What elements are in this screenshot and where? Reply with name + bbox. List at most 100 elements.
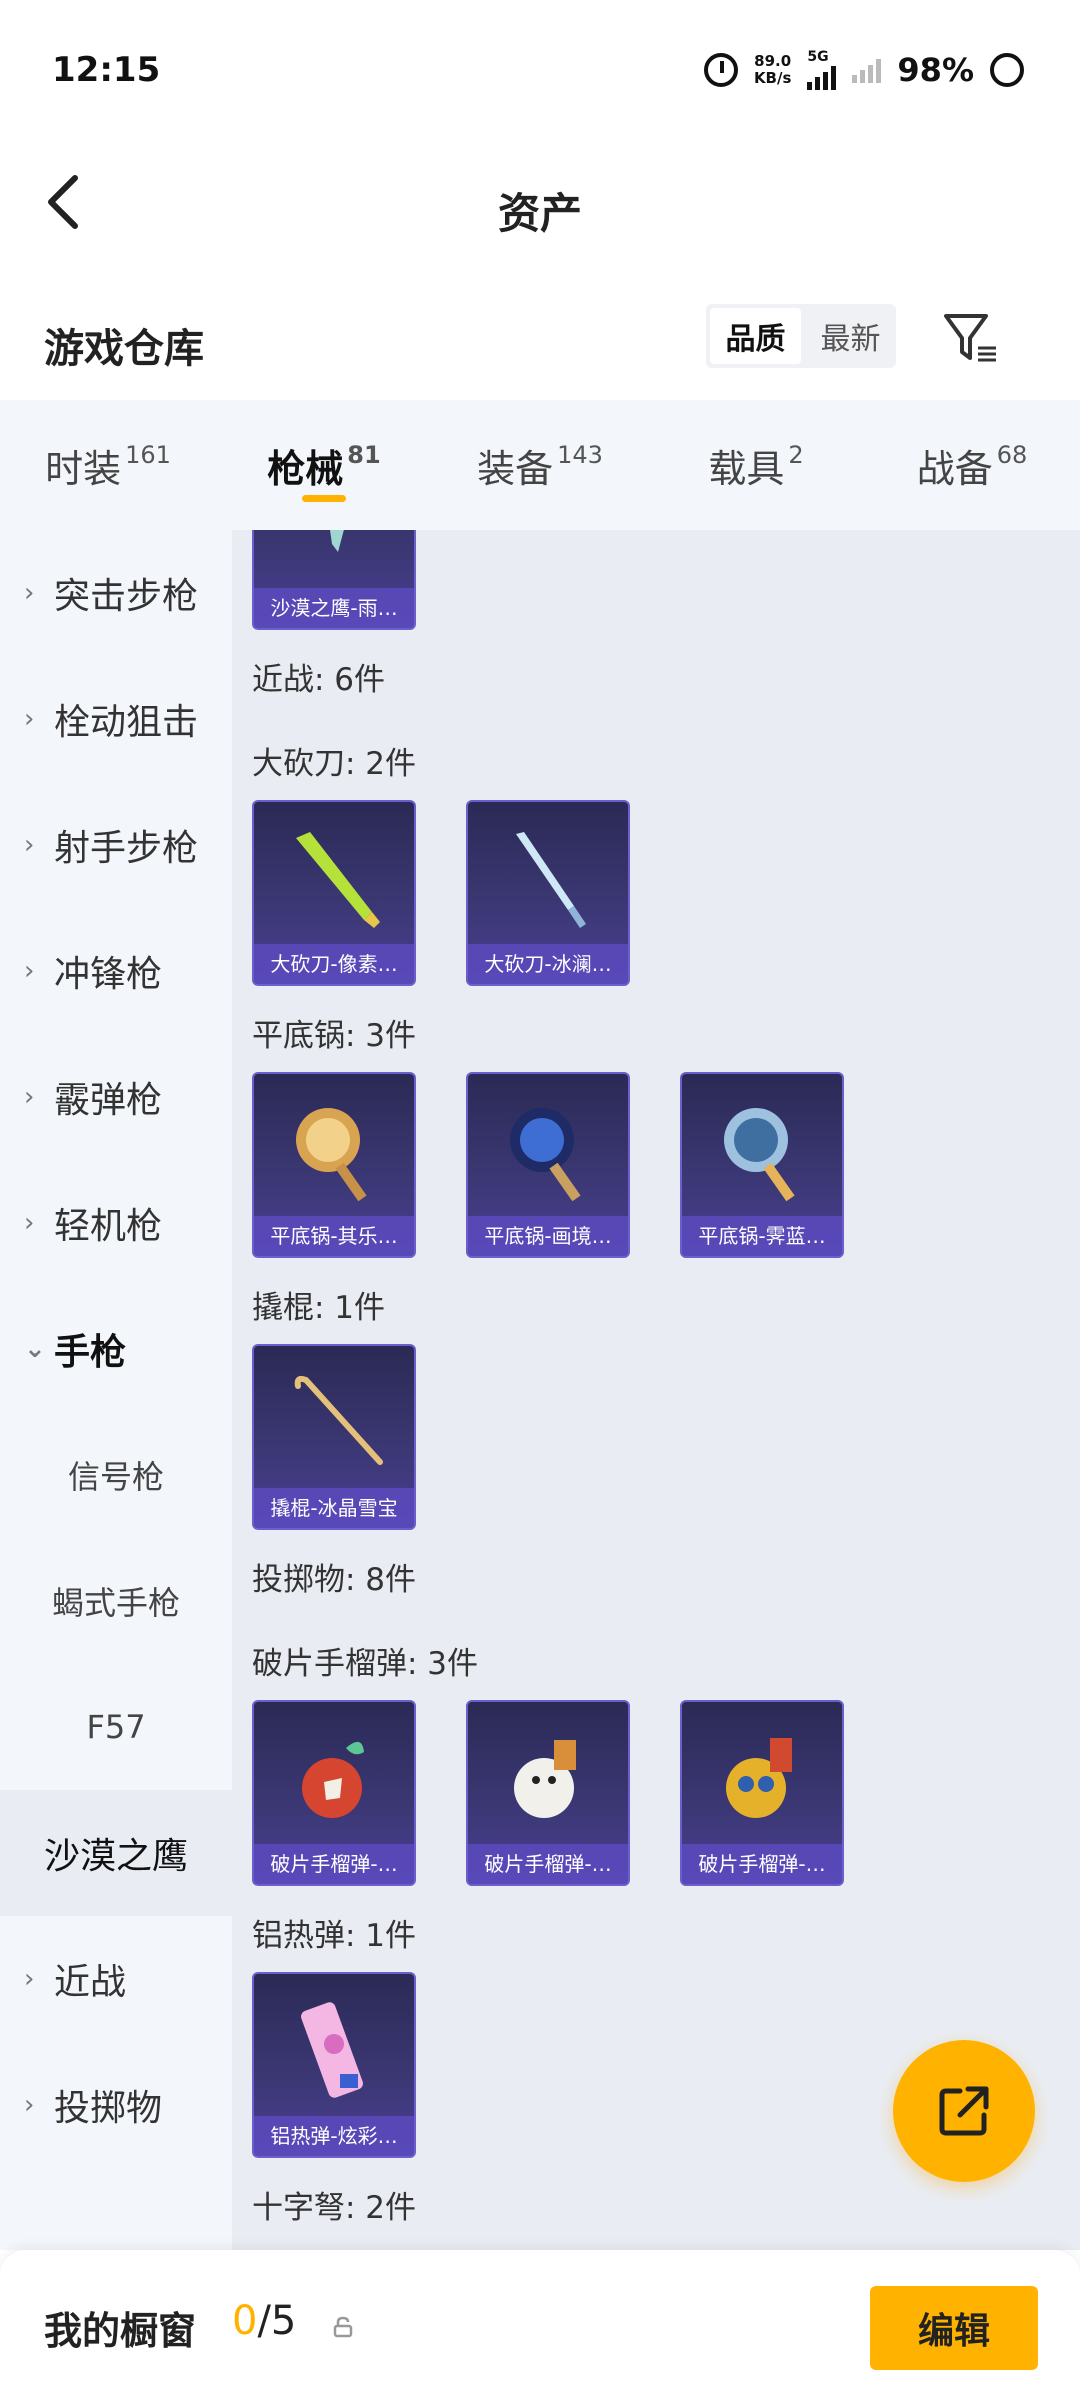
item-card-frag-2[interactable]: 破片手榴弹-… bbox=[466, 1700, 630, 1886]
group-label-melee: 近战: 6件 bbox=[252, 662, 386, 698]
desert-eagle-skin-icon bbox=[330, 530, 344, 552]
item-card-pan-3[interactable]: 平底锅-霁蓝… bbox=[680, 1072, 844, 1258]
sidebar-item-label: 手枪 bbox=[54, 1332, 127, 1373]
tab-equipment[interactable]: 装备 143 bbox=[432, 400, 648, 530]
sidebar-item-marksman-rifle[interactable]: › 射手步枪 bbox=[0, 782, 232, 908]
sidebar-item-label: 霰弹枪 bbox=[54, 1080, 163, 1121]
tab-count: 2 bbox=[788, 441, 804, 469]
item-card-machete-pixel[interactable]: 大砍刀-像素… bbox=[252, 800, 416, 986]
item-card-pan-2[interactable]: 平底锅-画境… bbox=[466, 1072, 630, 1258]
sidebar-subitem-flare-gun[interactable]: 信号枪 bbox=[0, 1412, 232, 1538]
grenade-icon bbox=[726, 1738, 792, 1818]
sidebar-item-label: 冲锋枪 bbox=[54, 954, 163, 995]
tab-firearms[interactable]: 枪械 81 bbox=[216, 400, 432, 530]
sidebar-item-smg[interactable]: › 冲锋枪 bbox=[0, 908, 232, 1034]
showcase-count-current: 0 bbox=[232, 2298, 258, 2344]
sidebar-item-label: 轻机枪 bbox=[54, 1206, 163, 1247]
tab-supplies[interactable]: 战备 68 bbox=[864, 400, 1080, 530]
edit-button[interactable]: 编辑 bbox=[870, 2286, 1038, 2370]
sidebar-subitem-desert-eagle[interactable]: 沙漠之鹰 bbox=[0, 1790, 232, 1916]
item-card-desert-eagle[interactable]: 沙漠之鹰-雨… bbox=[252, 530, 416, 630]
item-card-frag-1[interactable]: 破片手榴弹-… bbox=[252, 1700, 416, 1886]
sidebar-item-label: 突击步枪 bbox=[54, 576, 199, 617]
chevron-down-icon: ⌄ bbox=[24, 1334, 46, 1364]
item-card-caption: 撬棍-冰晶雪宝 bbox=[254, 1488, 414, 1528]
grenade-icon bbox=[302, 1741, 364, 1818]
chevron-right-icon: › bbox=[24, 830, 35, 860]
tab-count: 68 bbox=[996, 441, 1028, 469]
item-list: 沙漠之鹰-雨… 近战: 6件 大砍刀: 2件 大砍刀-像素… 大砍刀-冰澜… 平… bbox=[232, 530, 1080, 2250]
sidebar-item-label: 栓动狙击 bbox=[54, 702, 199, 743]
section-title: 游戏仓库 bbox=[44, 326, 204, 372]
group-label-frag-grenade: 破片手榴弹: 3件 bbox=[252, 1646, 479, 1682]
sort-toggle: 品质 最新 bbox=[706, 304, 896, 368]
chevron-right-icon: › bbox=[24, 956, 35, 986]
item-card-crowbar[interactable]: 撬棍-冰晶雪宝 bbox=[252, 1344, 416, 1530]
item-card-machete-ice[interactable]: 大砍刀-冰澜… bbox=[466, 800, 630, 986]
status-time: 12:15 bbox=[52, 50, 161, 90]
sort-quality[interactable]: 品质 bbox=[710, 308, 801, 364]
machete-pixel-icon bbox=[296, 832, 380, 928]
item-card-caption: 平底锅-其乐… bbox=[254, 1216, 414, 1256]
item-card-caption: 破片手榴弹-… bbox=[254, 1844, 414, 1884]
machete-ice-icon bbox=[516, 832, 586, 928]
sidebar-item-melee[interactable]: › 近战 bbox=[0, 1916, 232, 2042]
sidebar-subitem-f57[interactable]: F57 bbox=[0, 1664, 232, 1790]
alarm-icon bbox=[703, 53, 738, 87]
sidebar-item-pistol[interactable]: ⌄ 手枪 bbox=[0, 1286, 232, 1412]
tab-label: 枪械 bbox=[267, 446, 344, 491]
signal-bars-icon bbox=[807, 64, 837, 90]
battery-percent: 98% bbox=[897, 51, 974, 89]
net-speed-unit: KB/s bbox=[753, 69, 792, 87]
signal-5g: 5G bbox=[807, 50, 837, 90]
tab-vehicles[interactable]: 载具 2 bbox=[648, 400, 864, 530]
tab-count: 143 bbox=[557, 441, 603, 469]
tab-fashion[interactable]: 时装 161 bbox=[0, 400, 216, 530]
status-icons: 89.0 KB/s 5G 98% bbox=[703, 50, 1024, 90]
sidebar-item-shotgun[interactable]: › 霰弹枪 bbox=[0, 1034, 232, 1160]
tab-label: 时装 bbox=[45, 446, 122, 491]
tab-count: 161 bbox=[125, 441, 171, 469]
sidebar-subitem-skorpion[interactable]: 蝎式手枪 bbox=[0, 1538, 232, 1664]
item-card-frag-3[interactable]: 破片手榴弹-… bbox=[680, 1700, 844, 1886]
group-label-crowbar: 撬棍: 1件 bbox=[252, 1290, 386, 1326]
sort-newest[interactable]: 最新 bbox=[805, 304, 896, 368]
chevron-right-icon: › bbox=[24, 704, 35, 734]
share-fab[interactable] bbox=[893, 2040, 1035, 2182]
chevron-right-icon: › bbox=[24, 578, 35, 608]
category-tabs: 时装 161 枪械 81 装备 143 载具 2 战备 68 bbox=[0, 400, 1080, 530]
item-card-caption: 铝热弹-炫彩… bbox=[254, 2116, 414, 2156]
filter-icon[interactable] bbox=[940, 308, 1000, 368]
sidebar-item-assault-rifle[interactable]: › 突击步枪 bbox=[0, 530, 232, 656]
group-label-machete: 大砍刀: 2件 bbox=[252, 746, 417, 782]
frying-pan-icon bbox=[510, 1108, 581, 1202]
group-label-crossbow: 十字弩: 2件 bbox=[252, 2190, 417, 2226]
grenade-icon bbox=[514, 1740, 576, 1818]
sidebar-item-throwables[interactable]: › 投掷物 bbox=[0, 2042, 232, 2168]
chevron-right-icon: › bbox=[24, 2090, 35, 2120]
tab-label: 装备 bbox=[477, 446, 554, 491]
item-card-caption: 平底锅-霁蓝… bbox=[682, 1216, 842, 1256]
showcase-count-total: /5 bbox=[257, 2298, 297, 2344]
chevron-right-icon: › bbox=[24, 1208, 35, 1238]
sidebar-item-label: 近战 bbox=[54, 1962, 127, 2003]
section-header: 游戏仓库 品质 最新 bbox=[0, 270, 1080, 400]
group-label-throwables: 投掷物: 8件 bbox=[252, 1562, 417, 1598]
sidebar-item-lmg[interactable]: › 轻机枪 bbox=[0, 1160, 232, 1286]
sidebar-item-label: 投掷物 bbox=[54, 2088, 163, 2129]
frying-pan-icon bbox=[296, 1108, 367, 1202]
top-nav: 资产 bbox=[0, 140, 1080, 270]
item-card-caption: 平底锅-画境… bbox=[468, 1216, 628, 1256]
status-bar: 12:15 89.0 KB/s 5G 98% bbox=[0, 0, 1080, 140]
tab-label: 载具 bbox=[708, 446, 785, 491]
item-card-pan-1[interactable]: 平底锅-其乐… bbox=[252, 1072, 416, 1258]
lock-icon bbox=[333, 2316, 353, 2338]
thermite-grenade-icon bbox=[301, 2002, 363, 2098]
sidebar-item-bolt-sniper[interactable]: › 栓动狙击 bbox=[0, 656, 232, 782]
showcase-bar: 我的橱窗 0/5 编辑 bbox=[0, 2250, 1080, 2400]
chevron-right-icon: › bbox=[24, 1964, 35, 1994]
item-card-thermite[interactable]: 铝热弹-炫彩… bbox=[252, 1972, 416, 2158]
tab-label: 战备 bbox=[916, 446, 993, 491]
item-card-caption: 破片手榴弹-… bbox=[682, 1844, 842, 1884]
showcase-label: 我的橱窗 bbox=[44, 2309, 197, 2353]
